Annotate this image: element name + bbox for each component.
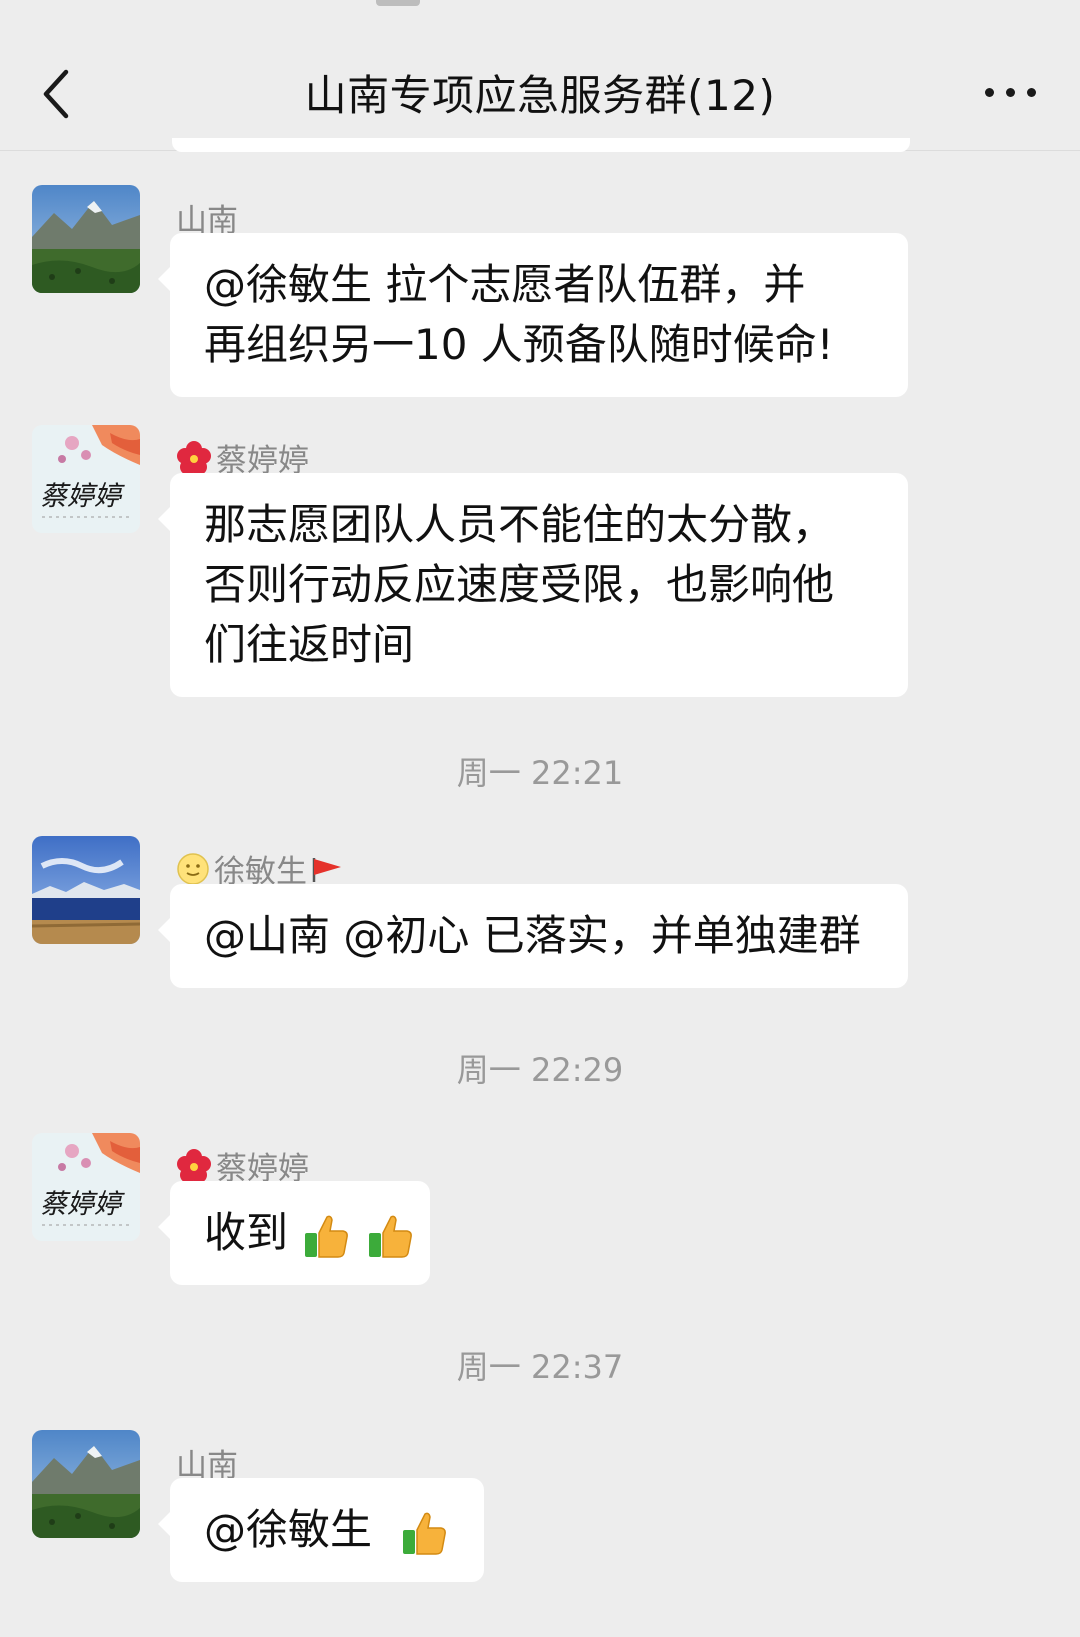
message-bubble[interactable]: 收到 xyxy=(158,1181,430,1285)
thumbs-up-icon xyxy=(305,1215,349,1258)
avatar[interactable] xyxy=(32,185,140,293)
thumbs-up-icon xyxy=(403,1512,447,1555)
thumbs-up-icon xyxy=(368,1215,412,1258)
message-text-line: @徐敏生 拉个志愿者队伍群，并 xyxy=(204,260,806,309)
more-button[interactable] xyxy=(970,72,1050,112)
message-text-line: @山南 @初心 已落实，并单独建群 xyxy=(204,911,861,960)
lake-mountain-avatar xyxy=(32,836,140,944)
smiley-icon xyxy=(177,852,209,885)
message-bubble[interactable]: @徐敏生 xyxy=(158,1478,484,1582)
message-text: @徐敏生 xyxy=(204,1505,373,1554)
message-bubble[interactable]: @山南 @初心 已落实，并单独建群 xyxy=(158,884,908,988)
message-text-line: 否则行动反应速度受限，也影响他 xyxy=(204,560,835,609)
message-bubble[interactable]: @徐敏生 拉个志愿者队伍群，并 再组织另一10 人预备队随时候命! xyxy=(158,233,908,397)
timestamp: 周一 22:29 xyxy=(456,1051,624,1089)
status-bar-indicator xyxy=(376,0,420,6)
previous-message-bubble xyxy=(172,138,910,152)
mountain-meadow-avatar xyxy=(32,1430,140,1538)
avatar[interactable] xyxy=(32,1430,140,1538)
red-flag-icon xyxy=(312,857,341,882)
message-bubble[interactable]: 那志愿团队人员不能住的太分散， 否则行动反应速度受限，也影响他 们往返时间 xyxy=(158,473,908,697)
message-text-line: 那志愿团队人员不能住的太分散， xyxy=(204,500,835,549)
chat-title[interactable]: 山南专项应急服务群(12) xyxy=(0,62,1080,123)
more-dots-icon xyxy=(984,87,994,97)
calligraphy-avatar: 蔡婷婷 xyxy=(32,1133,140,1241)
calligraphy-avatar: 蔡婷婷 xyxy=(32,425,140,533)
message-text: 收到 xyxy=(204,1208,289,1257)
timestamp: 周一 22:21 xyxy=(456,754,624,792)
avatar-calligraphy-text: 蔡婷婷 xyxy=(40,481,125,512)
avatar[interactable]: 蔡婷婷 xyxy=(32,1133,140,1241)
message-text-line: 们往返时间 xyxy=(204,620,415,669)
chat-header: 山南专项应急服务群(12) xyxy=(0,10,1080,151)
hibiscus-icon xyxy=(177,1148,211,1183)
hibiscus-icon xyxy=(177,440,211,475)
status-bar xyxy=(0,0,1080,10)
mountain-meadow-avatar xyxy=(32,185,140,293)
timestamp: 周一 22:37 xyxy=(456,1348,624,1386)
message-text-line: 再组织另一10 人预备队随时候命! xyxy=(204,320,834,369)
avatar[interactable] xyxy=(32,836,140,944)
chat-screen: 山南专项应急服务群(12) 山南 @徐敏生 拉个志愿者队伍群，并 再组织另一10… xyxy=(0,0,1080,1637)
avatar-calligraphy-text: 蔡婷婷 xyxy=(40,1189,125,1220)
avatar[interactable]: 蔡婷婷 xyxy=(32,425,140,533)
